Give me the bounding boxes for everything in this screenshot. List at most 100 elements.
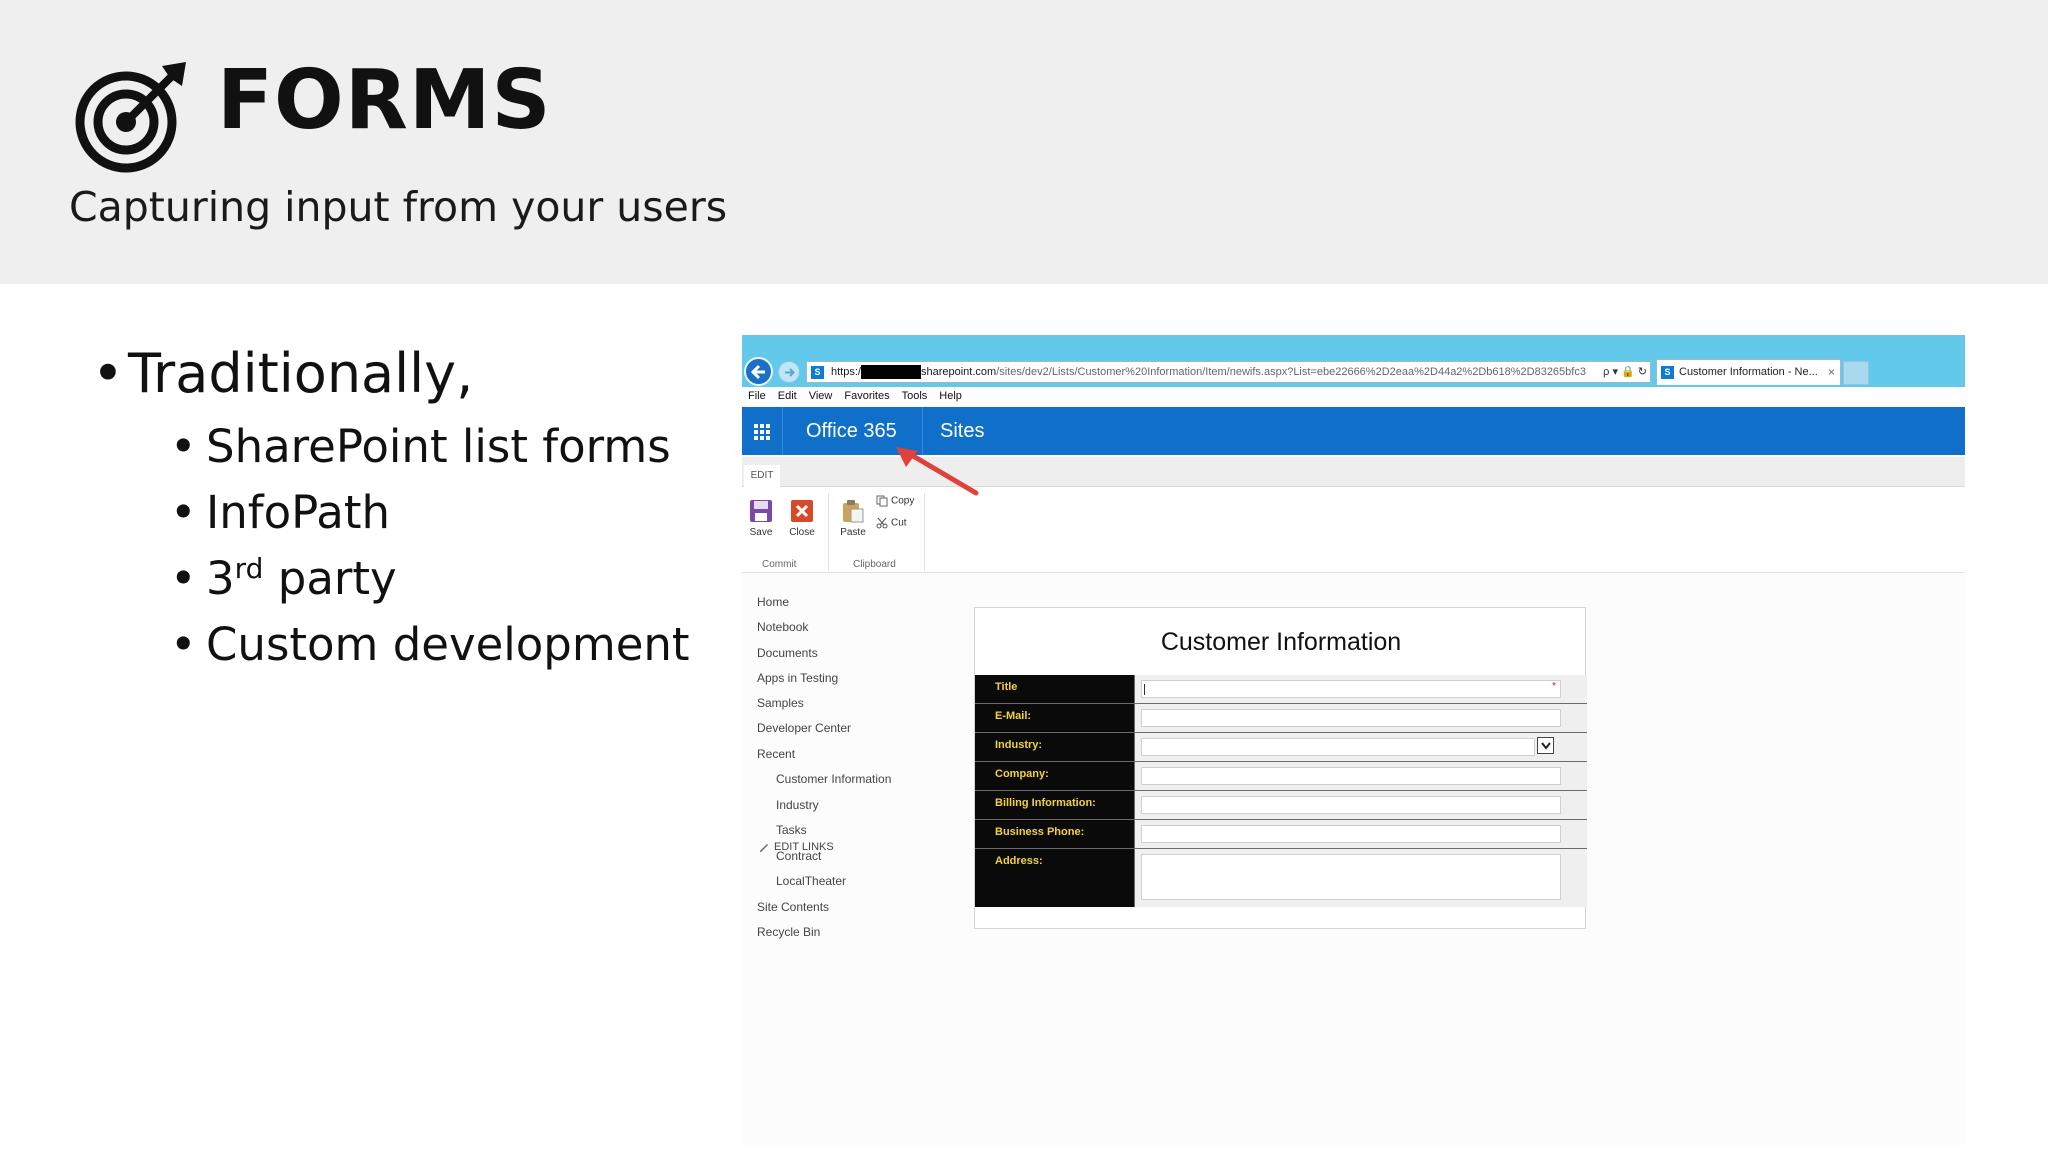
page-subtitle: Capturing input from your users [69, 183, 728, 231]
bullet-custom-development: Custom development [170, 612, 690, 678]
chevron-down-icon [1541, 742, 1551, 750]
tab-edit[interactable]: EDIT [744, 465, 780, 487]
form-row-company: Company: [975, 762, 1587, 791]
sharepoint-favicon-icon: S [811, 366, 824, 379]
save-label: Save [749, 527, 773, 538]
slide-header: FORMS Capturing input from your users [0, 0, 2048, 284]
ribbon-divider [924, 493, 925, 571]
group-label-clipboard: Clipboard [853, 559, 896, 570]
field-label: E-Mail: [975, 704, 1134, 732]
third-party-word: party [277, 552, 397, 605]
close-button[interactable]: Close [785, 499, 819, 538]
business-phone-input[interactable] [1141, 825, 1561, 843]
bullet-list: Traditionally, SharePoint list forms Inf… [92, 340, 690, 678]
save-button[interactable]: Save [744, 499, 778, 538]
sites-link[interactable]: Sites [940, 420, 984, 442]
back-button[interactable] [744, 357, 773, 386]
red-arrow-annotation [896, 447, 979, 496]
app-launcher-icon[interactable] [754, 424, 770, 440]
form-row-industry: Industry: [975, 733, 1587, 762]
field-label: Address: [975, 849, 1134, 907]
field-cell [1134, 733, 1587, 761]
forward-arrow-icon [785, 368, 795, 377]
menu-favorites[interactable]: Favorites [844, 387, 889, 405]
edit-links-button[interactable]: EDIT LINKS [758, 841, 834, 853]
industry-dropdown-button[interactable] [1537, 737, 1554, 754]
field-label: Industry: [975, 733, 1134, 761]
nav-developer-center[interactable]: Developer Center [757, 721, 851, 735]
pencil-icon [760, 844, 768, 853]
paste-button[interactable]: Paste [836, 499, 870, 538]
url-path: /sites/dev2/Lists/Customer%20Information… [996, 366, 1586, 378]
nav-home[interactable]: Home [757, 595, 789, 609]
menu-view[interactable]: View [809, 387, 833, 405]
customer-information-form: Customer Information Title * E-Mail: Ind… [974, 607, 1587, 929]
field-label: Billing Information: [975, 791, 1134, 819]
form-row-email: E-Mail: [975, 704, 1587, 733]
nav-apps-in-testing[interactable]: Apps in Testing [757, 671, 838, 685]
industry-select[interactable] [1141, 738, 1535, 756]
edit-links-label: EDIT LINKS [774, 841, 834, 853]
target-icon [75, 62, 186, 173]
paste-icon [843, 500, 864, 523]
third-number: 3 [206, 552, 235, 605]
tab-favicon-icon: S [1661, 366, 1674, 379]
nav-notebook[interactable]: Notebook [757, 620, 808, 634]
url-redaction [860, 365, 921, 380]
group-label-commit: Commit [762, 559, 797, 570]
nav-industry[interactable]: Industry [776, 798, 819, 812]
address-textarea[interactable] [1141, 854, 1561, 900]
nav-tasks[interactable]: Tasks [776, 823, 807, 837]
nav-recycle-bin[interactable]: Recycle Bin [757, 925, 820, 939]
billing-information-input[interactable] [1141, 796, 1561, 814]
new-tab-button[interactable] [1843, 361, 1869, 385]
bullet-traditionally: Traditionally, [92, 340, 473, 408]
form-row-billing: Billing Information: [975, 791, 1587, 820]
url-domain: sharepoint.com [920, 366, 997, 378]
field-cell: * [1134, 675, 1587, 703]
office365-brand-link[interactable]: Office 365 [806, 420, 897, 442]
menu-edit[interactable]: Edit [778, 387, 797, 405]
address-bar-tools[interactable]: ρ ▾ 🔒 ↻ [1599, 362, 1647, 382]
form-title: Customer Information [1160, 628, 1402, 656]
required-marker: * [1552, 681, 1556, 692]
back-arrow-icon [750, 364, 765, 380]
form-row-title: Title * [975, 675, 1587, 704]
close-label: Close [789, 527, 815, 538]
paste-label: Paste [840, 527, 866, 538]
field-cell [1134, 820, 1587, 848]
browser-menu-bar: File Edit View Favorites Tools Help [742, 387, 1965, 405]
menu-file[interactable]: File [748, 387, 766, 405]
sub-bullet-list: SharePoint list forms InfoPath 3rd party… [170, 414, 690, 678]
tab-title: Customer Information - Ne... [1679, 366, 1818, 378]
form-fields: Title * E-Mail: Industry: Company: Billi… [975, 675, 1587, 907]
forward-button[interactable] [778, 361, 800, 383]
bullet-sharepoint-list-forms: SharePoint list forms [170, 414, 690, 480]
company-input[interactable] [1141, 767, 1561, 785]
bullet-infopath: InfoPath [170, 480, 690, 546]
url-prefix: https:/ [831, 366, 861, 378]
sharepoint-screenshot: S https:/ sharepoint.com/sites/dev2/Lists… [742, 335, 1965, 1145]
field-cell [1134, 849, 1587, 907]
email-input[interactable] [1141, 709, 1561, 727]
menu-help[interactable]: Help [939, 387, 962, 405]
menu-tools[interactable]: Tools [902, 387, 928, 405]
scissors-icon [876, 517, 888, 529]
address-bar[interactable]: S https:/ sharepoint.com/sites/dev2/Lists… [806, 361, 1651, 383]
close-tab-icon[interactable]: × [1828, 360, 1835, 384]
nav-recent[interactable]: Recent [757, 747, 795, 761]
browser-tab[interactable]: S Customer Information - Ne... × [1656, 359, 1841, 385]
nav-samples[interactable]: Samples [757, 696, 804, 710]
browser-toolbar: S https:/ sharepoint.com/sites/dev2/Lists… [742, 335, 1965, 387]
suite-divider [782, 407, 783, 455]
nav-customer-information[interactable]: Customer Information [776, 772, 891, 786]
nav-localtheater[interactable]: LocalTheater [776, 874, 846, 888]
title-input[interactable]: * [1141, 680, 1561, 698]
close-icon [791, 500, 813, 522]
field-label: Business Phone: [975, 820, 1134, 848]
nav-site-contents[interactable]: Site Contents [757, 900, 829, 914]
copy-icon [876, 495, 888, 507]
page-title: FORMS [217, 53, 552, 148]
nav-documents[interactable]: Documents [757, 646, 818, 660]
cut-button[interactable]: Cut [876, 517, 907, 529]
